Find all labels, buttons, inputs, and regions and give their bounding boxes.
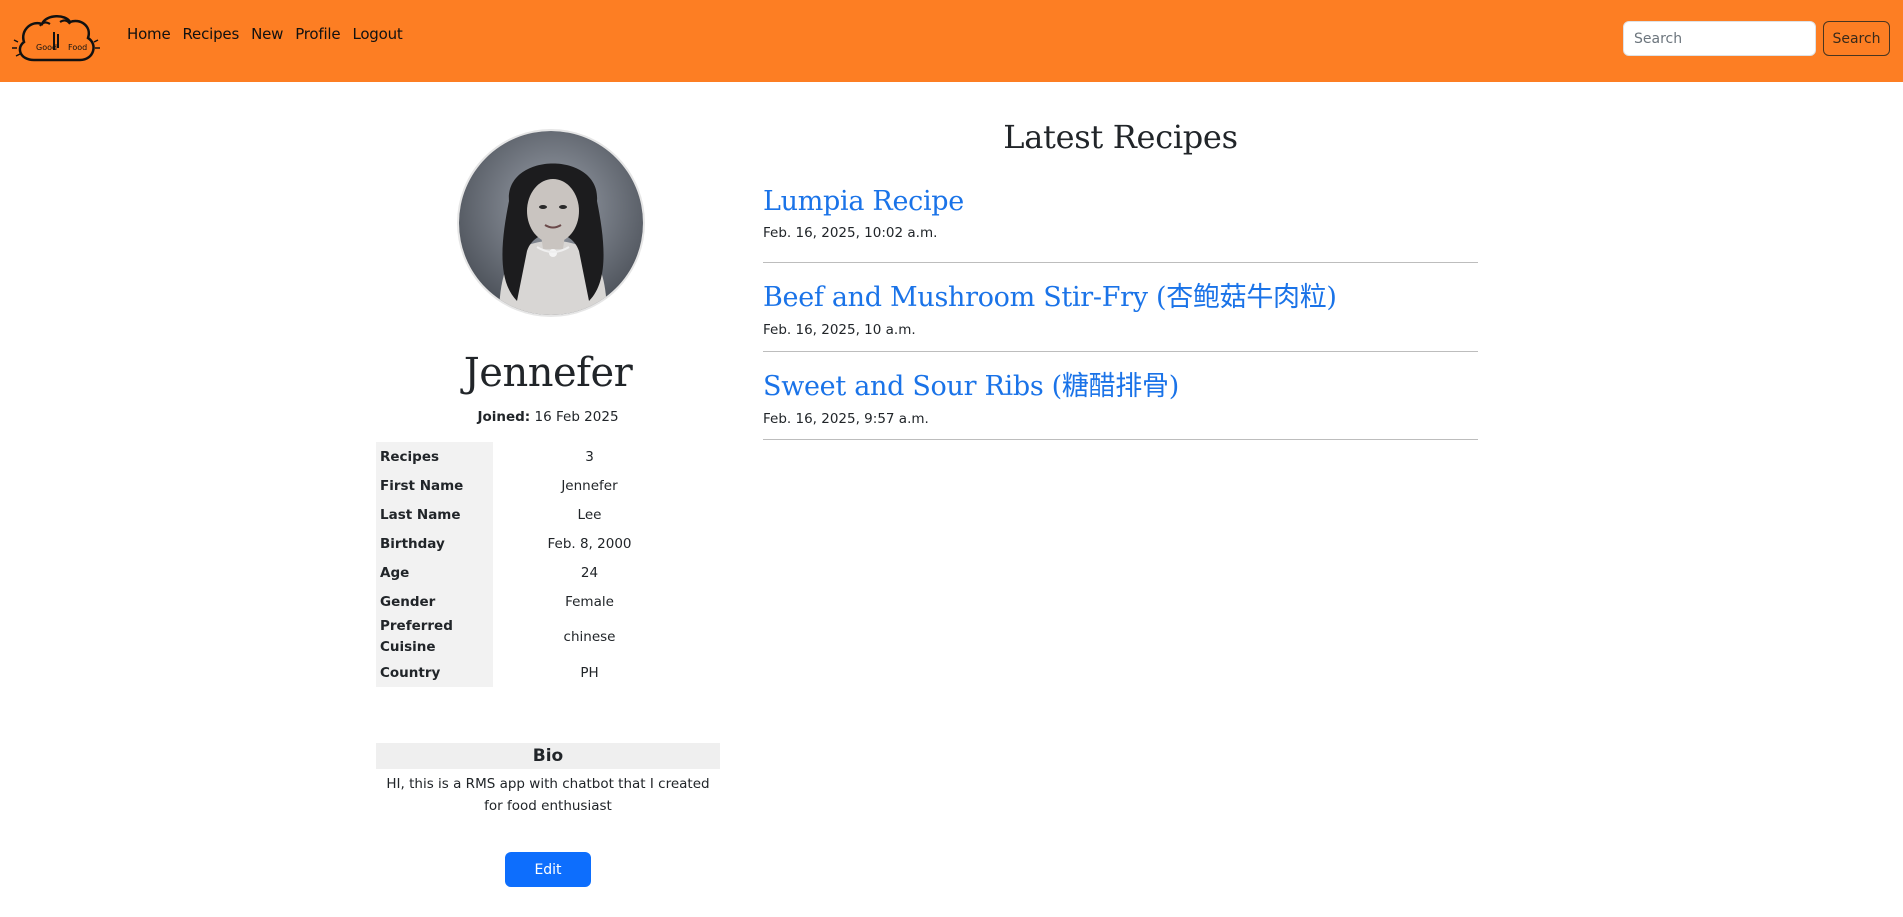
recipe-title-link[interactable]: Sweet and Sour Ribs (糖醋排骨) [763,364,1478,403]
bio-text: HI, this is a RMS app with chatbot that … [386,776,710,814]
joined-label: Joined: [477,409,531,425]
nav-link-logout[interactable]: Logout [352,25,402,43]
table-row: Age 24 [376,558,686,587]
recipe-item: Sweet and Sour Ribs (糖醋排骨) Feb. 16, 2025… [763,364,1478,440]
detail-label: First Name [376,471,493,500]
table-row: Preferred Cuisine chinese [376,616,686,658]
bio-heading: Bio [376,743,720,769]
recipe-item: Lumpia Recipe Feb. 16, 2025, 10:02 a.m. [763,186,1478,263]
table-row: Last Name Lee [376,500,686,529]
profile-name: Jennefer [463,350,633,396]
recipe-title-link[interactable]: Beef and Mushroom Stir-Fry (杏鲍菇牛肉粒) [763,275,1478,314]
table-row: Gender Female [376,587,686,616]
detail-label: Age [376,558,493,587]
detail-label: Recipes [376,442,493,471]
top-navbar: Good Food Home Recipes New Profile Logou… [0,0,1903,82]
nav-link-home[interactable]: Home [127,25,171,43]
table-row: First Name Jennefer [376,471,686,500]
nav-link-new[interactable]: New [251,25,283,43]
logo-text-right: Food [68,43,87,52]
detail-value: Female [565,593,614,610]
recipe-date: Feb. 16, 2025, 10 a.m. [763,322,916,338]
search-button[interactable]: Search [1823,21,1890,56]
detail-value: PH [580,664,599,681]
recipe-date: Feb. 16, 2025, 10:02 a.m. [763,225,938,241]
profile-details-table: Recipes 3 First Name Jennefer Last Name … [376,442,686,687]
table-row: Country PH [376,658,686,687]
detail-value: Lee [577,506,602,523]
edit-profile-button[interactable]: Edit [505,852,591,887]
detail-label: Gender [376,587,493,616]
detail-label: Last Name [376,500,493,529]
recipe-title-link[interactable]: Lumpia Recipe [763,186,1478,217]
joined-info: Joined: 16 Feb 2025 [376,409,720,425]
table-row: Recipes 3 [376,442,686,471]
latest-recipes-heading: Latest Recipes [1003,118,1238,156]
detail-label: Preferred Cuisine [376,616,493,658]
profile-avatar [457,129,645,317]
detail-value: 24 [580,564,599,581]
detail-value: chinese [563,628,616,645]
recipe-item: Beef and Mushroom Stir-Fry (杏鲍菇牛肉粒) Feb.… [763,275,1478,352]
table-row: Birthday Feb. 8, 2000 [376,529,686,558]
detail-value: 3 [585,448,594,465]
detail-value: Jennefer [561,477,618,494]
joined-date: 16 Feb 2025 [534,409,619,425]
site-logo[interactable]: Good Food [10,10,104,70]
detail-value: Feb. 8, 2000 [547,535,632,552]
detail-label: Country [376,658,493,687]
nav-link-recipes[interactable]: Recipes [183,25,240,43]
search-input[interactable] [1623,21,1816,56]
nav-link-profile[interactable]: Profile [295,25,340,43]
recipe-date: Feb. 16, 2025, 9:57 a.m. [763,411,929,427]
nav-links: Home Recipes New Profile Logout [127,25,415,43]
detail-label: Birthday [376,529,493,558]
